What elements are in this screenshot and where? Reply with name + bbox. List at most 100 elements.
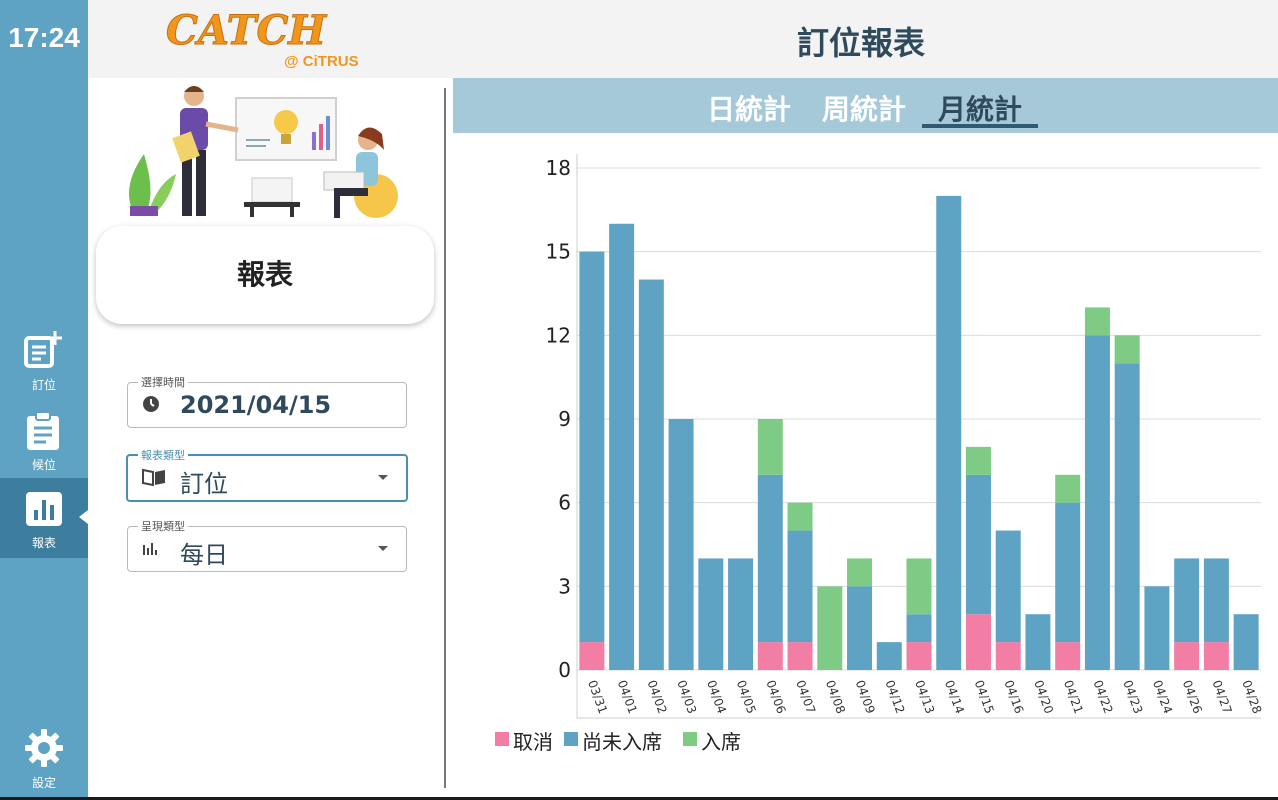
nav-waitlist[interactable]: 候位 [0,400,88,480]
bar-segment [757,419,783,475]
y-tick-label: 12 [546,323,571,347]
y-tick-label: 15 [546,240,571,264]
bar-segment [847,586,873,670]
tab-monthly[interactable]: 月統計 [922,88,1038,128]
time-picker-field[interactable]: 選擇時間 2021/04/15 [127,374,407,428]
x-tick-label: 04/09 [853,678,878,715]
y-tick-label: 0 [558,658,571,682]
x-tick-label: 04/21 [1061,678,1086,715]
report-type-select[interactable]: 報表類型 訂位 [126,447,408,502]
bar-segment [817,586,843,670]
bar-segment [1055,642,1081,670]
tab-weekly[interactable]: 周統計 [815,88,913,126]
gear-icon [25,729,63,767]
x-tick-label: 04/14 [942,678,967,715]
display-type-label: 呈現類型 [138,518,188,534]
active-indicator [79,510,88,524]
sidebar: 17:24 訂位 候位 報表 設定 [0,0,88,797]
report-card: 報表 [96,226,434,324]
bar-segment [1203,558,1229,643]
x-tick-label: 04/28 [1239,678,1264,715]
bar-segment [906,642,932,670]
bar-segment [965,474,991,615]
bar-segment [1055,474,1081,503]
book-icon [142,468,165,486]
bar-segment [787,530,813,643]
dropdown-caret-icon [378,546,388,551]
bar-segment [1114,363,1140,670]
bar-segment [1055,502,1081,643]
bookings-stacked-bar-chart: 0 3 6 9 12 15 18 03/31 04/01 04/02 04/03 04/04 04/05… [546,154,1264,719]
add-note-icon [24,331,62,368]
bar-segment [906,614,932,643]
top-bar: CATCH @ CiTRUS 訂位報表 [88,0,1278,78]
nav-booking-label: 訂位 [31,378,56,392]
x-tick-label: 04/07 [793,678,818,715]
x-tick-label: 04/12 [882,678,907,715]
x-tick-label: 04/05 [734,678,759,715]
tab-daily[interactable]: 日統計 [701,88,797,126]
x-tick-label: 04/04 [704,678,729,715]
x-tick-label: 03/31 [585,678,610,715]
clipboard-icon [27,411,59,450]
x-tick-label: 04/03 [674,678,699,715]
report-type-value: 訂位 [180,470,228,498]
presentation-illustration [129,86,398,218]
catch-citrus-logo: CATCH @ CiTRUS [166,7,359,71]
bar-segment [787,642,813,670]
x-tick-label: 04/16 [1001,678,1026,715]
bar-segment [1084,335,1110,670]
time-picker-label: 選擇時間 [138,374,188,390]
x-tick-label: 04/24 [1150,678,1175,715]
bar-segment [757,642,783,670]
bar-segment [757,474,783,643]
bar-segment [876,642,902,670]
nav-waitlist-label: 候位 [31,458,56,472]
bar-segment [579,642,605,670]
bar-segment [728,558,754,670]
bar-segment [1233,614,1259,670]
x-tick-label: 04/08 [823,678,848,715]
bar-segment [1203,642,1229,670]
nav-booking[interactable]: 訂位 [0,320,88,400]
bar-segment [1084,307,1110,336]
bar-segment [668,419,694,670]
left-panel: 報表 選擇時間 2021/04/15 報表類型 訂位 呈現類型 每日 [88,78,445,797]
period-tabs: 日統計 周統計 月統計 [453,78,1278,133]
legend-label-cancel: 取消 [513,730,553,754]
x-tick-label: 04/20 [1031,678,1056,715]
x-tick-label: 04/22 [1091,678,1116,715]
bar-segment [698,558,724,670]
logo-sub-text: @ CiTRUS [284,53,359,70]
legend-swatch-seated [683,732,697,746]
bar-segment [1144,586,1170,670]
y-tick-label: 18 [546,156,571,180]
nav-settings[interactable]: 設定 [0,718,88,798]
page-title: 訂位報表 [796,24,925,62]
x-tick-label: 04/23 [1120,678,1145,715]
y-tick-label: 9 [558,407,571,431]
display-type-select[interactable]: 呈現類型 每日 [127,518,407,572]
bar-segment [1174,642,1200,670]
logo-main-text: CATCH [166,7,327,54]
legend-label-pending: 尚未入席 [582,730,662,754]
nav-report[interactable]: 報表 [0,478,88,558]
nav-settings-label: 設定 [31,776,56,790]
bar-segment [787,502,813,531]
dropdown-caret-icon [378,475,388,480]
nav-report-label: 報表 [31,536,56,550]
bar-segment [995,530,1021,643]
x-tick-label: 04/01 [615,678,640,715]
bar-segment [847,558,873,587]
legend-swatch-pending [564,732,578,746]
bar-segment [965,614,991,670]
clock: 17:24 [8,22,80,53]
bar-segment [936,195,962,670]
x-tick-label: 04/02 [645,678,670,715]
bar-segment [1114,335,1140,364]
main-content: CATCH @ CiTRUS 訂位報表 報表 選擇時間 2021/04/15 報… [88,0,1278,797]
time-picker-value: 2021/04/15 [180,391,332,419]
y-tick-label: 6 [558,491,571,515]
bar-segment [609,223,635,670]
bar-segment [965,446,991,475]
